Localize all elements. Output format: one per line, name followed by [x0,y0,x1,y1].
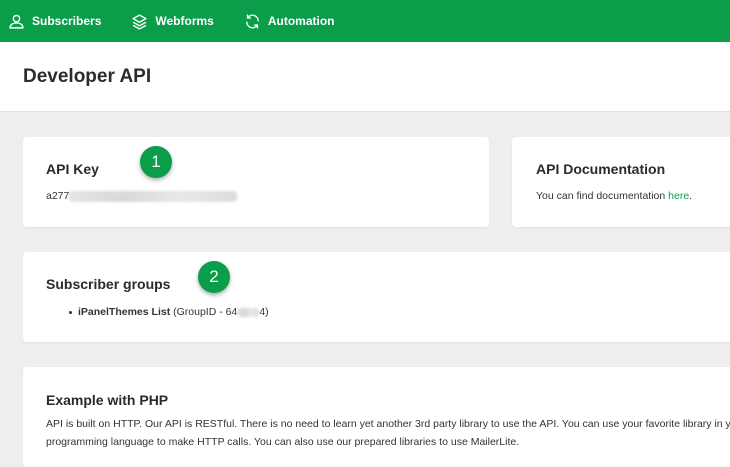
example-php-title: Example with PHP [46,392,169,408]
nav-webforms[interactable]: Webforms [131,13,214,30]
api-key-redacted [69,190,238,202]
group-name: iPanelThemes List [78,306,171,318]
page-header: Developer API [0,42,730,112]
nav-webforms-label: Webforms [155,14,214,28]
list-bullet [69,310,72,314]
page-title: Developer API [23,66,152,87]
refresh-icon [245,13,259,29]
nav-automation[interactable]: Automation [244,13,335,30]
api-key-value: a277 [46,190,238,202]
subscriber-groups-list: iPanelThemes List (GroupID - 64 4) [69,306,269,318]
api-docs-text-before: You can find documentation [536,190,669,202]
top-navigation: Subscribers Webforms Automation [0,0,730,42]
example-php-card: Example with PHP API is built on HTTP. O… [23,367,730,467]
subscriber-groups-card: Subscriber groups iPanelThemes List (Gro… [23,252,730,342]
api-key-prefix: a277 [46,190,70,202]
subscriber-groups-title: Subscriber groups [46,276,171,292]
nav-subscribers[interactable]: Subscribers [8,13,101,30]
api-docs-link[interactable]: here [668,190,689,202]
api-docs-text-after: . [689,190,693,202]
api-key-card: API Key a277 [23,137,489,227]
group-id-redacted [237,307,260,317]
nav-subscribers-label: Subscribers [32,14,102,28]
example-php-line1: API is built on HTTP. Our API is RESTful… [46,418,730,430]
nav-automation-label: Automation [267,14,335,28]
callout-badge-1: 1 [140,146,172,178]
list-item: iPanelThemes List (GroupID - 64 4) [69,306,269,318]
callout-badge-2: 2 [198,261,230,293]
api-key-title: API Key [46,161,99,177]
api-docs-text: You can find documentation here. [536,190,692,202]
group-id-suffix: 4) [259,306,269,318]
group-id-prefix: (GroupID - 64 [173,306,238,318]
example-php-line2: programming language to make HTTP calls.… [46,436,520,448]
api-docs-title: API Documentation [536,161,666,177]
layers-icon [132,13,147,30]
api-docs-card: API Documentation You can find documenta… [512,137,730,227]
user-icon [9,14,24,29]
